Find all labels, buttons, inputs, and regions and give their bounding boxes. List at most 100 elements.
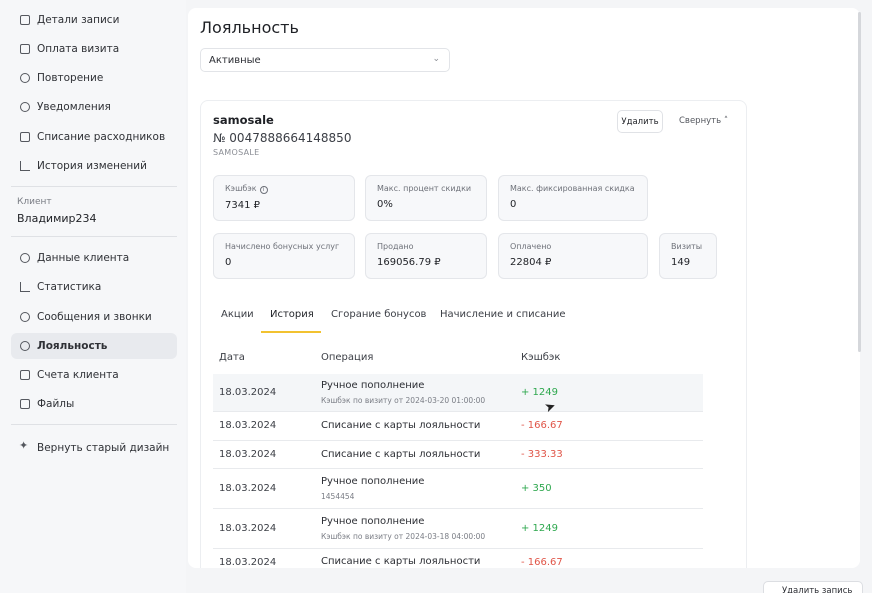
cell-date: 18.03.2024 <box>219 523 277 534</box>
stat-value: 0% <box>377 199 393 210</box>
table-row[interactable]: 18.03.2024 Списание с карты лояльности -… <box>213 441 703 469</box>
stat-label: Макс. фиксированная скидка <box>510 184 635 193</box>
sidebar-item-label: Файлы <box>37 398 75 410</box>
sidebar-item-label: Лояльность <box>37 340 108 352</box>
cell-date: 18.03.2024 <box>219 483 277 494</box>
box-icon <box>20 132 30 142</box>
sidebar-item-record-details[interactable]: Детали записи <box>11 7 177 33</box>
stat-cashback: Кэшбэк i 7341 ₽ <box>213 175 355 221</box>
tab-bonus-expiry[interactable]: Сгорание бонусов <box>331 309 426 320</box>
table-row[interactable]: 18.03.2024 Ручное пополнение Кэшбэк по в… <box>213 374 703 412</box>
sidebar-item-label: Счета клиента <box>37 369 119 381</box>
cell-cashback: - 166.67 <box>521 557 563 568</box>
card-name: samosale <box>213 113 274 127</box>
sidebar-item-label: Статистика <box>37 281 102 293</box>
sidebar-item-statistics[interactable]: Статистика <box>11 274 177 300</box>
cell-operation: Ручное пополнение <box>321 380 425 391</box>
repeat-icon <box>20 73 30 83</box>
loyalty-card: samosale № 0047888664148850 SAMOSALE Уда… <box>200 100 747 568</box>
sidebar-item-notifications[interactable]: Уведомления <box>11 94 177 120</box>
info-icon[interactable]: i <box>259 186 268 194</box>
sidebar-item-loyalty[interactable]: Лояльность <box>11 333 177 359</box>
divider <box>11 424 177 425</box>
stat-value: 0 <box>225 257 232 268</box>
sidebar-item-label: Списание расходников <box>37 131 166 143</box>
delete-record-button[interactable]: Удалить запись <box>763 581 863 593</box>
cell-operation: Ручное пополнение <box>321 516 425 527</box>
stat-label: Макс. процент скидки <box>377 184 472 193</box>
cell-cashback: - 333.33 <box>521 449 563 460</box>
cell-operation-note: Кэшбэк по визиту от 2024-03-20 01:00:00 <box>321 396 486 405</box>
scrollbar[interactable] <box>858 12 861 352</box>
cell-date: 18.03.2024 <box>219 449 277 460</box>
sidebar-item-messages[interactable]: Сообщения и звонки <box>11 304 177 330</box>
divider <box>11 236 177 237</box>
table-row[interactable]: 18.03.2024 Списание с карты лояльности -… <box>213 412 703 441</box>
column-header-cashback: Кэшбэк <box>521 352 561 363</box>
stat-bonus-services: Начислено бонусных услуг 0 <box>213 233 355 279</box>
message-icon <box>20 312 30 322</box>
calendar-icon <box>20 15 30 25</box>
column-header-date: Дата <box>219 352 245 363</box>
table-row[interactable]: 18.03.2024 Ручное пополнение 1454454 + 3… <box>213 469 703 509</box>
stat-value: 0 <box>510 199 517 210</box>
card-number: № 0047888664148850 <box>213 131 352 145</box>
sidebar-item-label: Сообщения и звонки <box>37 311 152 323</box>
list-icon <box>20 161 30 171</box>
stat-paid: Оплачено 22804 ₽ <box>498 233 648 279</box>
sidebar-item-label: Вернуть старый дизайн <box>37 442 170 454</box>
stat-max-percent: Макс. процент скидки 0% <box>365 175 487 221</box>
stat-visits: Визиты 149 <box>659 233 717 279</box>
stat-label: Продано <box>377 242 414 251</box>
page-title: Лояльность <box>200 18 299 37</box>
card-icon <box>20 44 30 54</box>
cell-operation: Списание с карты лояльности <box>321 556 481 567</box>
sidebar-item-label: Детали записи <box>37 14 120 26</box>
status-select[interactable]: Активные ⌄ <box>200 48 450 72</box>
column-header-operation: Операция <box>321 352 374 363</box>
sidebar-item-label: История изменений <box>37 160 147 172</box>
sidebar-item-client-accounts[interactable]: Счета клиента <box>11 362 177 388</box>
tab-active-indicator <box>261 331 321 333</box>
stat-value: 169056.79 ₽ <box>377 257 441 268</box>
sidebar-item-consumables[interactable]: Списание расходников <box>11 124 177 150</box>
status-select-value: Активные <box>209 54 261 66</box>
wallet-icon <box>20 370 30 380</box>
sidebar-item-client-data[interactable]: Данные клиента <box>11 245 177 271</box>
cell-cashback: + 1249 <box>521 523 559 534</box>
client-caption: Клиент <box>17 197 52 207</box>
cell-operation-note: 1454454 <box>321 492 355 501</box>
sidebar: Детали записи Оплата визита Повторение У… <box>0 0 186 593</box>
stat-value: 149 <box>671 257 691 268</box>
cell-operation-note: Кэшбэк по визиту от 2024-03-18 04:00:00 <box>321 532 486 541</box>
tab-promotions[interactable]: Акции <box>221 309 254 320</box>
loyalty-icon <box>20 341 30 351</box>
stat-label: Визиты <box>671 242 703 251</box>
tab-history[interactable]: История <box>270 309 314 320</box>
cell-cashback: + 1249 <box>521 387 559 398</box>
sidebar-item-repeat[interactable]: Повторение <box>11 65 177 91</box>
stat-value: 22804 ₽ <box>510 257 552 268</box>
table-row[interactable]: 18.03.2024 Ручное пополнение Кэшбэк по в… <box>213 509 703 549</box>
collapse-button[interactable]: Свернуть ˄ <box>679 116 728 126</box>
delete-button[interactable]: Удалить <box>617 110 663 133</box>
sidebar-item-label: Оплата визита <box>37 43 120 55</box>
folder-icon <box>20 399 30 409</box>
chevron-down-icon: ⌄ <box>432 54 440 64</box>
stat-value: 7341 ₽ <box>225 200 260 211</box>
stat-label: Оплачено <box>510 242 552 251</box>
stat-sold: Продано 169056.79 ₽ <box>365 233 487 279</box>
client-name: Владимир234 <box>17 212 97 225</box>
sidebar-item-old-design[interactable]: Вернуть старый дизайн <box>11 435 177 461</box>
cell-cashback: - 166.67 <box>521 420 563 431</box>
chat-icon <box>20 102 30 112</box>
sidebar-item-visit-payment[interactable]: Оплата визита <box>11 36 177 62</box>
sidebar-item-files[interactable]: Файлы <box>11 391 177 417</box>
tab-accrual-writeoff[interactable]: Начисление и списание <box>440 309 566 320</box>
divider <box>11 186 177 187</box>
table-row[interactable]: 18.03.2024 Списание с карты лояльности -… <box>213 549 703 568</box>
sidebar-item-change-history[interactable]: История изменений <box>11 153 177 179</box>
main-panel: Лояльность Активные ⌄ samosale № 0047888… <box>188 8 860 568</box>
card-subtitle: SAMOSALE <box>213 148 260 157</box>
chart-icon <box>20 282 30 292</box>
